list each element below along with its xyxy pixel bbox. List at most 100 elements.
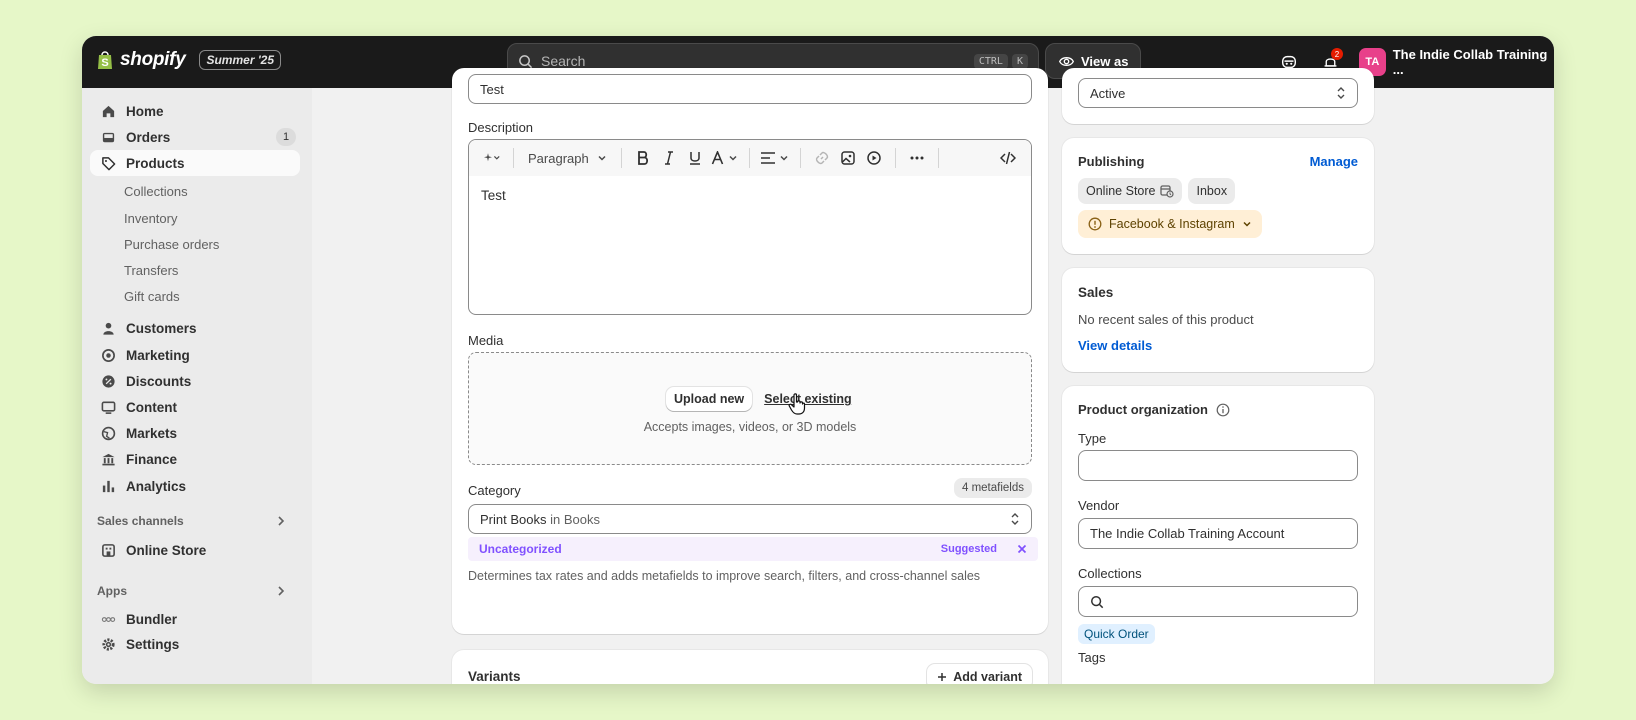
italic-icon	[664, 151, 673, 165]
select-existing-button[interactable]: Select existing	[764, 392, 852, 406]
description-editor[interactable]: Paragraph Test	[468, 139, 1032, 315]
sales-title: Sales	[1078, 285, 1114, 300]
collections-search-input[interactable]	[1078, 586, 1358, 617]
inbox-channel-badge[interactable]: Inbox	[1188, 178, 1236, 204]
apps-section[interactable]: Apps	[97, 584, 287, 598]
sidebar-label: Online Store	[126, 542, 207, 558]
sidebar-label: Finance	[126, 451, 178, 467]
sidebar-label: Products	[126, 155, 185, 171]
close-icon[interactable]	[1017, 544, 1027, 554]
italic-button[interactable]	[656, 144, 682, 172]
sidebar-item-gift-cards[interactable]: Gift cards	[124, 289, 180, 304]
notification-count-badge: 2	[1331, 48, 1343, 60]
chevron-right-icon	[278, 516, 285, 526]
sidebar-item-collections[interactable]: Collections	[124, 184, 188, 199]
target-icon	[101, 348, 115, 362]
eye-icon	[1058, 56, 1075, 66]
sidebar-item-online-store[interactable]: Online Store	[90, 537, 300, 563]
upload-new-button[interactable]: Upload new	[666, 387, 753, 411]
sidebar-item-transfers[interactable]: Transfers	[124, 263, 178, 278]
metafields-badge[interactable]: 4 metafields	[953, 478, 1032, 498]
code-icon	[1000, 151, 1016, 165]
media-dropzone[interactable]: Upload new Select existing Accepts image…	[468, 352, 1032, 465]
tags-label: Tags	[1078, 650, 1106, 665]
sidebar-item-products[interactable]: Products	[90, 150, 300, 176]
sidebar-item-purchase-orders[interactable]: Purchase orders	[124, 237, 219, 252]
store-menu[interactable]: TA The Indie Collab Training ...	[1359, 47, 1554, 77]
text-color-button[interactable]	[708, 144, 741, 172]
shopify-logo[interactable]: S shopify Summer '25	[96, 49, 282, 71]
paragraph-select-value: Paragraph	[528, 150, 589, 166]
category-value: Print Books in Books	[480, 512, 600, 527]
underline-button[interactable]	[682, 144, 708, 172]
insert-image-button[interactable]	[835, 144, 861, 172]
vendor-input[interactable]: The Indie Collab Training Account	[1078, 518, 1358, 549]
insert-video-button[interactable]	[861, 144, 887, 172]
sidebar-label: Customers	[126, 320, 197, 336]
manage-link[interactable]: Manage	[1310, 154, 1358, 169]
sales-channels-section[interactable]: Sales channels	[97, 514, 287, 528]
gear-icon	[101, 637, 115, 651]
home-icon	[102, 105, 114, 117]
category-suggestion-row[interactable]: Uncategorized Suggested	[468, 537, 1038, 561]
ai-magic-button[interactable]	[479, 144, 505, 172]
plus-icon	[938, 673, 947, 681]
collection-tag-quick-order[interactable]: Quick Order	[1078, 624, 1155, 644]
title-input[interactable]: Test	[468, 74, 1032, 104]
media-label: Media	[468, 333, 504, 348]
search-placeholder: Search	[541, 53, 586, 69]
search-icon	[519, 54, 533, 68]
editor-toolbar: Paragraph	[469, 140, 1031, 176]
bold-button[interactable]	[630, 144, 656, 172]
description-label: Description	[468, 120, 534, 135]
bank-icon	[101, 453, 115, 465]
sidebar-label: Content	[126, 399, 177, 415]
play-circle-icon	[866, 151, 881, 165]
type-input[interactable]	[1078, 450, 1358, 481]
sidebar-item-customers[interactable]: Customers	[90, 315, 300, 341]
product-details-card: Test Description Paragraph Test Media Up…	[452, 68, 1048, 634]
category-select[interactable]: Print Books in Books	[468, 504, 1032, 534]
info-icon[interactable]	[1216, 403, 1230, 417]
more-formatting-button[interactable]	[904, 144, 930, 172]
media-hint: Accepts images, videos, or 3D models	[643, 420, 857, 434]
store-name: The Indie Collab Training ...	[1392, 47, 1548, 77]
inbox-icon	[102, 132, 114, 142]
person-icon	[102, 322, 114, 335]
html-view-button[interactable]	[995, 144, 1021, 172]
shopify-bag-icon: S	[98, 51, 112, 69]
add-variant-button[interactable]: Add variant	[927, 664, 1032, 684]
sidebar-item-bundler[interactable]: Bundler	[90, 606, 300, 632]
sidebar-item-finance[interactable]: Finance	[90, 446, 300, 472]
status-select[interactable]: Active	[1078, 78, 1358, 108]
text-color-icon	[711, 151, 723, 165]
apps-heading: Apps	[97, 584, 127, 598]
description-content[interactable]: Test	[469, 176, 1031, 215]
chevron-right-icon	[278, 586, 285, 596]
align-button[interactable]	[758, 144, 792, 172]
sidebar-item-inventory[interactable]: Inventory	[124, 211, 177, 226]
sidebar-item-content[interactable]: Content	[90, 394, 300, 420]
image-icon	[840, 151, 855, 165]
sidebar-item-orders[interactable]: Orders 1	[90, 124, 300, 150]
link-button[interactable]	[809, 144, 835, 172]
sidebar-item-analytics[interactable]: Analytics	[90, 473, 300, 499]
calendar-clock-icon	[1160, 185, 1175, 198]
orders-count-badge: 1	[276, 128, 296, 146]
paragraph-select[interactable]: Paragraph	[522, 144, 613, 172]
sidebar-item-marketing[interactable]: Marketing	[90, 342, 300, 368]
sidebar-item-home[interactable]: Home	[90, 98, 300, 124]
category-value-main: Print Books	[480, 511, 547, 527]
chevron-down-icon	[780, 155, 788, 161]
sidebar-item-discounts[interactable]: Discounts	[90, 368, 300, 394]
svg-text:S: S	[101, 57, 108, 69]
category-value-parent: in Books	[546, 511, 600, 527]
facebook-instagram-badge[interactable]: Facebook & Instagram	[1078, 210, 1262, 238]
sidebar-item-markets[interactable]: Markets	[90, 420, 300, 446]
online-store-channel-badge[interactable]: Online Store	[1078, 178, 1183, 204]
sidebar-item-settings[interactable]: Settings	[90, 631, 300, 657]
sidebar-label: Home	[126, 103, 164, 119]
search-icon	[1091, 595, 1104, 608]
edition-badge[interactable]: Summer '25	[199, 50, 282, 70]
view-details-link[interactable]: View details	[1078, 338, 1152, 353]
